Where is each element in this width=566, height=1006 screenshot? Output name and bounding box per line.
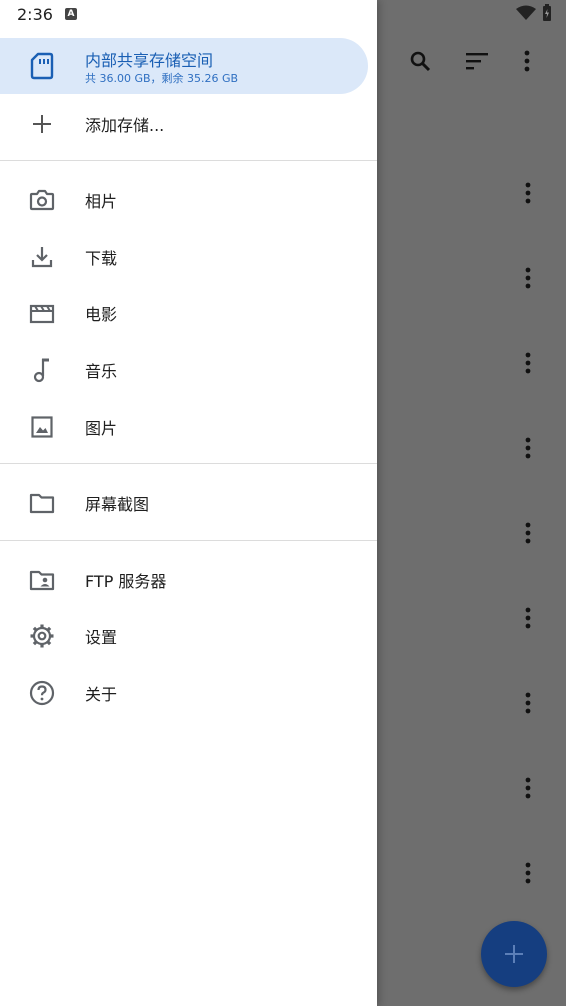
image-icon — [28, 413, 56, 441]
drawer-item-label: FTP 服务器 — [85, 572, 167, 591]
drawer-item-about[interactable]: 关于 — [0, 667, 377, 717]
app-toolbar — [377, 38, 566, 84]
help-icon — [28, 679, 56, 707]
drawer-item-label: 下载 — [85, 249, 118, 268]
plus-icon — [28, 110, 56, 138]
music-note-icon — [28, 356, 56, 384]
gear-icon — [28, 622, 56, 650]
shared-folder-icon — [28, 566, 56, 594]
drawer-item-label: 音乐 — [85, 362, 118, 381]
camera-icon — [28, 186, 56, 214]
download-icon — [28, 243, 56, 271]
drawer-item-downloads[interactable]: 下载 — [0, 231, 377, 281]
drawer-item-label: 电影 — [85, 305, 118, 324]
drawer-item-label: 图片 — [85, 419, 118, 438]
row-more-vert-icon[interactable] — [512, 262, 544, 294]
folder-icon — [28, 489, 56, 517]
add-storage-item[interactable]: 添加存储... — [0, 98, 377, 148]
more-vert-icon[interactable] — [512, 46, 542, 76]
sort-icon[interactable] — [462, 46, 492, 76]
row-more-vert-icon[interactable] — [512, 177, 544, 209]
storage-internal-item[interactable]: 内部共享存储空间 共 36.00 GB，剩余 35.26 GB — [0, 38, 368, 94]
wifi-icon — [516, 5, 536, 21]
sd-card-icon — [30, 52, 54, 80]
drawer-item-label: 设置 — [85, 628, 118, 647]
navigation-drawer: 2:36 A 内部共享存储空间 共 36.00 GB，剩余 35.26 GB 添… — [0, 0, 377, 1006]
screen: 2:36 A 内部共享存储空间 共 36.00 GB，剩余 35.26 GB 添… — [0, 0, 566, 1006]
drawer-item-music[interactable]: 音乐 — [0, 344, 377, 394]
storage-subtitle: 共 36.00 GB，剩余 35.26 GB — [85, 72, 239, 85]
drawer-item-label: 关于 — [85, 685, 118, 704]
drawer-item-screenshots[interactable]: 屏幕截图 — [0, 477, 377, 527]
storage-title: 内部共享存储空间 — [85, 51, 214, 70]
status-time: 2:36 — [17, 5, 53, 24]
status-bar: 2:36 A — [0, 0, 377, 30]
drawer-item-photos[interactable]: 相片 — [0, 174, 377, 224]
drawer-item-ftp-server[interactable]: FTP 服务器 — [0, 554, 377, 604]
row-more-vert-icon[interactable] — [512, 347, 544, 379]
battery-icon — [542, 4, 552, 22]
add-icon — [504, 944, 524, 964]
drawer-item-movies[interactable]: 电影 — [0, 287, 377, 337]
drawer-item-label: 屏幕截图 — [85, 495, 150, 514]
drawer-item-pictures[interactable]: 图片 — [0, 401, 377, 451]
divider — [0, 463, 377, 464]
status-icons — [516, 4, 552, 22]
drawer-item-label: 相片 — [85, 192, 118, 211]
movie-icon — [28, 299, 56, 327]
row-more-vert-icon[interactable] — [512, 517, 544, 549]
a-notification-icon: A — [65, 8, 77, 20]
drawer-item-settings[interactable]: 设置 — [0, 610, 377, 660]
row-more-vert-icon[interactable] — [512, 602, 544, 634]
add-fab-button[interactable] — [481, 921, 547, 987]
add-storage-label: 添加存储... — [85, 116, 165, 135]
divider — [0, 540, 377, 541]
divider — [0, 160, 377, 161]
row-more-vert-icon[interactable] — [512, 772, 544, 804]
row-more-vert-icon[interactable] — [512, 687, 544, 719]
row-more-vert-icon[interactable] — [512, 857, 544, 889]
search-icon[interactable] — [405, 46, 435, 76]
row-more-vert-icon[interactable] — [512, 432, 544, 464]
